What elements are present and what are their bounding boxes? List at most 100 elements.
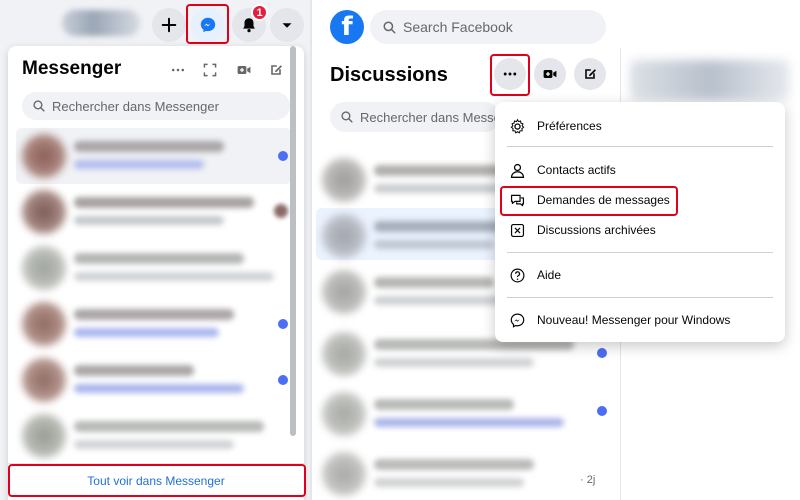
search-placeholder: Rechercher dans Messen xyxy=(360,109,500,125)
menu-item-label: Discussions archivées xyxy=(537,223,656,237)
archive-icon xyxy=(507,220,527,240)
messenger-button[interactable] xyxy=(191,8,225,42)
conversation-preview-blurred xyxy=(374,358,534,367)
conversation-item[interactable] xyxy=(16,408,292,464)
unread-dot xyxy=(278,319,288,329)
conversation-name-blurred xyxy=(74,421,264,432)
caret-down-icon xyxy=(282,23,292,28)
search-icon xyxy=(383,21,396,33)
unread-dot xyxy=(597,406,607,416)
facebook-logo-letter: f xyxy=(341,12,353,42)
conversation-name-blurred xyxy=(74,141,224,152)
search-placeholder: Rechercher dans Messenger xyxy=(52,98,219,114)
conversation-name-blurred xyxy=(374,277,494,288)
conversation-preview-blurred xyxy=(374,418,564,427)
conversation-item[interactable] xyxy=(16,184,292,240)
conversation-header-blurred xyxy=(630,60,790,100)
conversation-preview-blurred xyxy=(74,384,244,393)
avatar xyxy=(322,332,366,376)
avatar xyxy=(322,158,366,202)
gear-icon xyxy=(507,116,527,136)
unread-dot xyxy=(597,348,607,358)
conversation-preview-blurred xyxy=(74,328,219,337)
more-dots-icon xyxy=(503,72,517,76)
compose-icon xyxy=(585,69,596,79)
unread-dot xyxy=(278,375,288,385)
screenshot-root: 1 Messenger Rechercher dans Messenger To… xyxy=(0,0,800,500)
conversation-preview-blurred xyxy=(74,160,204,169)
menu-item-active-contacts[interactable]: Contacts actifs xyxy=(505,156,775,184)
conversation-time: · 2j xyxy=(580,474,596,486)
options-button[interactable] xyxy=(494,58,526,90)
conversation-preview-blurred xyxy=(374,478,524,487)
conversation-item[interactable] xyxy=(316,446,606,498)
panel-title: Messenger xyxy=(22,58,122,79)
menu-item-preferences[interactable]: Préférences xyxy=(505,112,775,140)
menu-item-message-requests[interactable]: Demandes de messages xyxy=(505,186,775,214)
discussions-page: f Search Facebook Discussions Rechercher… xyxy=(312,0,800,500)
options-button[interactable] xyxy=(168,60,188,80)
conversation-name-blurred xyxy=(74,365,194,376)
options-dropdown-menu: Préférences Contacts actifs Demandes de … xyxy=(495,102,785,342)
compose-icon xyxy=(271,65,282,75)
search-icon xyxy=(33,100,45,112)
search-icon xyxy=(341,111,353,123)
unread-dot xyxy=(278,151,288,161)
conversation-name-blurred xyxy=(74,253,244,264)
avatar xyxy=(22,134,66,178)
messenger-popup-area: 1 Messenger Rechercher dans Messenger To… xyxy=(0,0,310,500)
create-button[interactable] xyxy=(152,8,186,42)
avatar xyxy=(322,214,366,258)
help-icon xyxy=(507,265,527,285)
new-room-button[interactable] xyxy=(534,58,566,90)
messenger-icon xyxy=(200,17,216,33)
messenger-search-input[interactable]: Rechercher dans Messenger xyxy=(22,92,290,120)
menu-separator xyxy=(507,146,773,147)
see-all-in-messenger-link[interactable]: Tout voir dans Messenger xyxy=(8,463,304,497)
conversation-name-blurred xyxy=(374,459,534,470)
conversation-preview-blurred xyxy=(74,272,274,281)
new-room-button[interactable] xyxy=(234,60,254,80)
chat-bubbles-icon xyxy=(507,190,527,210)
avatar xyxy=(22,190,66,234)
video-camera-plus-icon xyxy=(543,70,557,78)
conversation-name-blurred xyxy=(374,399,514,410)
new-message-button[interactable] xyxy=(266,60,286,80)
menu-item-label: Préférences xyxy=(537,119,602,133)
profile-avatar-blurred[interactable] xyxy=(62,10,140,36)
menu-item-label: Nouveau! Messenger pour Windows xyxy=(537,313,731,327)
expand-button[interactable] xyxy=(200,60,220,80)
menu-item-archived-chats[interactable]: Discussions archivées xyxy=(505,216,775,244)
facebook-logo[interactable]: f xyxy=(330,10,364,44)
menu-item-label: Demandes de messages xyxy=(537,193,670,207)
conversation-preview-blurred xyxy=(74,216,224,225)
discussions-search-input[interactable]: Rechercher dans Messen xyxy=(330,102,500,132)
menu-separator xyxy=(507,297,773,298)
facebook-search-input[interactable]: Search Facebook xyxy=(370,10,606,44)
expand-icon xyxy=(203,63,217,77)
avatar xyxy=(322,270,366,314)
avatar xyxy=(322,452,366,496)
avatar xyxy=(22,358,66,402)
avatar xyxy=(322,392,366,436)
account-menu-button[interactable] xyxy=(270,8,304,42)
conversation-item[interactable] xyxy=(316,386,607,438)
page-title: Discussions xyxy=(330,64,448,86)
conversation-item[interactable] xyxy=(16,352,292,408)
conversation-name-blurred xyxy=(74,197,254,208)
conversation-item[interactable] xyxy=(16,128,292,184)
menu-item-help[interactable]: Aide xyxy=(505,261,775,289)
notification-badge: 1 xyxy=(251,4,268,21)
plus-icon xyxy=(161,17,177,33)
avatar xyxy=(22,414,66,458)
menu-separator xyxy=(507,252,773,253)
messenger-panel: Messenger Rechercher dans Messenger xyxy=(8,46,304,500)
conversation-preview-blurred xyxy=(74,440,234,449)
menu-item-messenger-windows[interactable]: Nouveau! Messenger pour Windows xyxy=(505,306,775,334)
conversation-item[interactable] xyxy=(16,296,292,352)
scrollbar[interactable] xyxy=(290,46,296,436)
conversation-item[interactable] xyxy=(16,240,292,296)
video-camera-plus-icon xyxy=(237,66,251,74)
menu-item-label: Contacts actifs xyxy=(537,163,616,177)
new-message-button[interactable] xyxy=(574,58,606,90)
